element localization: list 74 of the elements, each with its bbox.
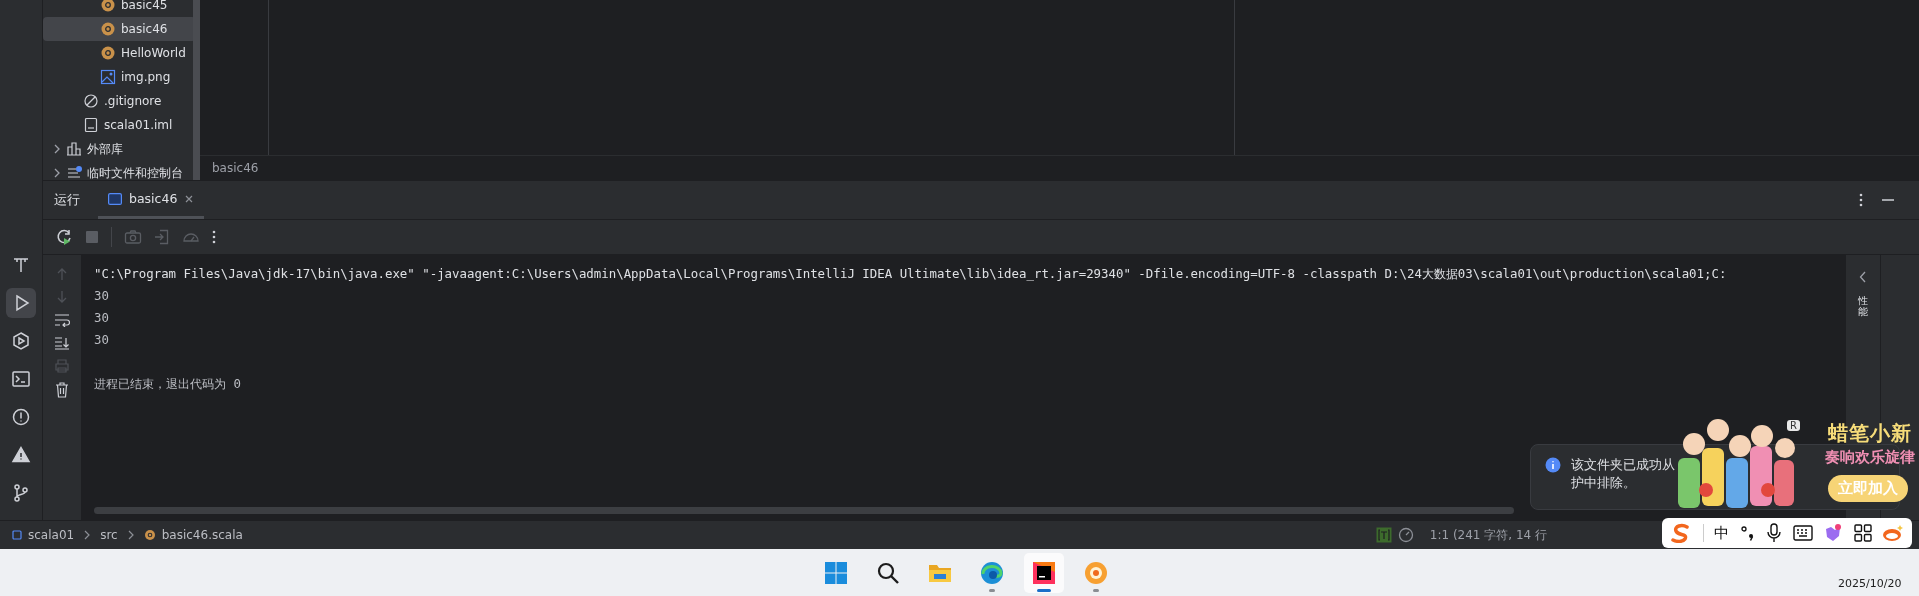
notification-text: 该文件夹已成功从: [1571, 456, 1675, 474]
scrollbar[interactable]: [193, 0, 200, 180]
clock-icon[interactable]: [1397, 527, 1414, 543]
tree-item[interactable]: scala01.iml: [43, 113, 196, 137]
cursor-position[interactable]: 1:1 (241 字符, 14 行: [1429, 526, 1547, 544]
side-tab[interactable]: 性能: [1858, 295, 1868, 317]
skin-icon[interactable]: [1823, 523, 1843, 543]
minimize-icon[interactable]: [1881, 198, 1895, 202]
start-icon: [822, 560, 849, 586]
soft-wrap-icon[interactable]: [54, 313, 70, 327]
grid-icon[interactable]: [1853, 524, 1872, 542]
scroll-to-end-icon[interactable]: [54, 336, 70, 350]
chevron-icon: [53, 144, 61, 154]
run-tool-button[interactable]: [6, 288, 36, 318]
scratch-file-icon: [66, 165, 82, 180]
chevron-icon: [84, 530, 91, 540]
input-mode-button[interactable]: 中: [1714, 523, 1729, 543]
image-file-icon: [100, 69, 116, 85]
scala-file-icon: [143, 529, 156, 541]
iml-file-icon: [83, 117, 99, 133]
tree-item[interactable]: 临时文件和控制台: [43, 161, 196, 180]
tree-item[interactable]: HelloWorld: [43, 41, 196, 65]
tree-item[interactable]: img.png: [43, 65, 196, 89]
console-line: "C:\Program Files\Java\jdk-17\bin\java.exe" "-javaagent:C:\Users\admin\AppData\Local\Programs\IntelliJ IDEA Ultimate\lib\idea_rt.jar=29340" -Dfile.encoding=UTF-8 -classpath D:\24大数据03\scala01\out\production\scala01;C:: [94, 265, 1728, 283]
chevron-icon[interactable]: [1859, 271, 1867, 283]
exclamation-icon: [11, 407, 31, 427]
taskbar-button[interactable]: [1023, 553, 1064, 593]
console-line: 进程已结束，退出代码为 0: [94, 375, 242, 393]
library-file-icon: [66, 141, 82, 157]
trash-icon[interactable]: [55, 382, 69, 398]
app-icon: [1082, 560, 1109, 586]
tree-item[interactable]: .gitignore: [43, 89, 196, 113]
warning-icon: [11, 445, 31, 465]
branch-icon: [11, 483, 31, 503]
keyboard-icon[interactable]: [1792, 525, 1813, 541]
tree-item[interactable]: 外部库: [43, 137, 196, 161]
terminal-icon: [11, 369, 31, 389]
status-breadcrumb[interactable]: src: [100, 528, 118, 542]
chevron-icon: [53, 168, 61, 178]
more-icon[interactable]: [212, 230, 216, 244]
run-tab[interactable]: basic46: [98, 181, 205, 219]
mascot-icon[interactable]: [1882, 523, 1904, 543]
tray-date[interactable]: 2025/10/20: [1838, 577, 1902, 590]
ad-title: 蜡笔小新: [1828, 420, 1912, 447]
more-icon[interactable]: [1859, 193, 1863, 207]
notification-text: 护中排除。: [1571, 474, 1637, 492]
close-icon[interactable]: [184, 193, 195, 204]
punctuation-icon[interactable]: [1739, 524, 1756, 542]
scala-file-icon: [100, 45, 116, 61]
console-icon: [108, 192, 122, 205]
browser-icon: [978, 560, 1005, 586]
ad-subtitle: 奏响欢乐旋律: [1825, 448, 1915, 467]
badge: R: [1787, 420, 1800, 431]
ide-app-icon: [1030, 560, 1057, 586]
module-icon: [12, 530, 22, 540]
console-line: 30: [94, 309, 110, 327]
ignore-file-icon: [83, 93, 99, 109]
info-icon: [1545, 457, 1561, 473]
status-breadcrumb[interactable]: basic46.scala: [161, 528, 243, 542]
scala-file-icon: [100, 21, 116, 37]
hexagon-play-icon: [11, 331, 31, 351]
microphone-icon[interactable]: [1766, 523, 1782, 543]
console-line: 30: [94, 287, 110, 305]
tree-item[interactable]: basic46: [43, 17, 196, 41]
hammer-icon: [11, 255, 31, 275]
scrollbar[interactable]: [94, 507, 1514, 514]
chevron-icon: [127, 530, 134, 540]
editor-breadcrumb[interactable]: basic46: [212, 161, 259, 175]
ime-logo-icon[interactable]: [1670, 523, 1692, 543]
tree-item[interactable]: basic45: [43, 0, 196, 17]
run-panel-title: 运行: [54, 191, 80, 209]
rerun-icon[interactable]: [55, 228, 73, 246]
status-breadcrumb[interactable]: scala01: [28, 528, 75, 542]
console-line: 30: [94, 331, 110, 349]
